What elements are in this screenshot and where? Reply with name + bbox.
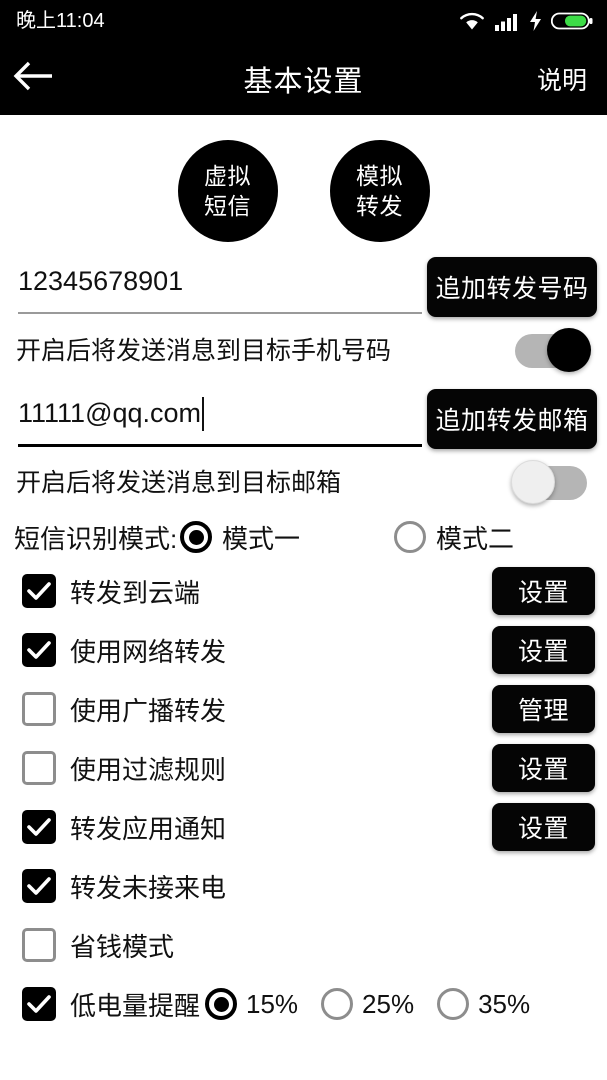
option-label: 使用网络转发 <box>70 636 227 667</box>
checkbox-unchecked[interactable] <box>22 928 56 962</box>
cloud-forward-settings-button[interactable]: 设置 <box>492 567 595 615</box>
status-time: 晚上11:04 <box>16 10 105 32</box>
sms-mode-option-1-label: 模式一 <box>222 523 301 554</box>
virtual-sms-line2: 短信 <box>204 193 251 219</box>
checkbox-unchecked[interactable] <box>22 692 56 726</box>
option-label: 转发未接来电 <box>70 872 227 903</box>
add-forward-number-button[interactable]: 追加转发号码 <box>427 257 597 317</box>
app-bar: 基本设置 说明 <box>0 42 607 115</box>
checkbox-checked[interactable] <box>22 574 56 608</box>
email-field-row: 追加转发邮箱 <box>0 387 607 449</box>
option-row-missed-call: 转发未接来电 <box>0 861 607 911</box>
toggle-knob <box>547 328 591 372</box>
virtual-sms-button[interactable]: 虚拟 短信 <box>177 140 278 242</box>
radio-unselected-icon[interactable] <box>394 521 426 553</box>
battery-threshold-25-label: 25% <box>362 988 415 1019</box>
option-row-broadcast-forward: 使用广播转发 管理 <box>0 684 607 734</box>
checkbox-unchecked[interactable] <box>22 751 56 785</box>
low-battery-alert-label: 低电量提醒 <box>70 990 201 1021</box>
sms-mode-option-2[interactable]: 模式二 <box>394 519 514 556</box>
email-hint-label: 开启后将发送消息到目标邮箱 <box>16 469 342 497</box>
app-notification-settings-button[interactable]: 设置 <box>492 803 595 851</box>
email-input-underline <box>18 444 422 447</box>
radio-selected-icon[interactable] <box>205 988 237 1020</box>
radio-unselected-icon[interactable] <box>321 988 354 1020</box>
battery-threshold-15-label: 15% <box>246 988 299 1019</box>
simulate-forward-line1: 模拟 <box>356 163 403 189</box>
option-label: 省钱模式 <box>70 931 175 962</box>
battery-threshold-25[interactable]: 25% <box>321 988 414 1020</box>
option-label: 使用广播转发 <box>70 695 227 726</box>
signal-icon <box>494 11 520 31</box>
option-label: 转发应用通知 <box>70 813 227 844</box>
email-input[interactable] <box>16 387 418 445</box>
option-row-app-notification: 转发应用通知 设置 <box>0 802 607 852</box>
phone-input[interactable] <box>16 255 418 313</box>
option-row-save-money-mode: 省钱模式 <box>0 920 607 970</box>
checkbox-checked[interactable] <box>22 810 56 844</box>
checkbox-checked[interactable] <box>22 987 56 1021</box>
phone-hint-label: 开启后将发送消息到目标手机号码 <box>16 337 392 365</box>
sms-mode-option-1[interactable]: 模式一 <box>180 519 300 556</box>
charging-bolt-icon <box>529 11 542 31</box>
radio-selected-icon[interactable] <box>180 521 212 553</box>
sms-mode-option-2-label: 模式二 <box>436 523 515 554</box>
email-hint-row: 开启后将发送消息到目标邮箱 <box>0 459 607 504</box>
toggle-knob <box>511 460 555 504</box>
broadcast-forward-manage-button[interactable]: 管理 <box>492 685 595 733</box>
status-icon-group <box>459 11 593 31</box>
option-row-filter-rules: 使用过滤规则 设置 <box>0 743 607 793</box>
text-cursor <box>202 397 205 431</box>
filter-rules-settings-button[interactable]: 设置 <box>492 744 595 792</box>
sms-mode-row: 短信识别模式: 模式一 模式二 <box>0 513 607 561</box>
add-forward-email-button[interactable]: 追加转发邮箱 <box>427 389 597 449</box>
email-forward-toggle[interactable] <box>511 459 593 504</box>
phone-forward-toggle[interactable] <box>511 327 593 372</box>
option-label: 转发到云端 <box>70 577 201 608</box>
page-title: 基本设置 <box>243 65 364 98</box>
battery-threshold-35[interactable]: 35% <box>437 988 530 1020</box>
battery-threshold-35-label: 35% <box>478 988 531 1019</box>
settings-content: 虚拟 短信 模拟 转发 追加转发号码 开启后将发送消息到目标手机号码 <box>0 115 607 1080</box>
shortcut-row: 虚拟 短信 模拟 转发 <box>0 140 607 245</box>
battery-threshold-15[interactable]: 15% <box>205 988 298 1020</box>
option-row-cloud-forward: 转发到云端 设置 <box>0 566 607 616</box>
wifi-icon <box>459 11 485 31</box>
app-screen: 晚上11:04 基本设置 说明 虚拟 短信 模拟 转发 12345678901 … <box>0 0 607 1080</box>
battery-threshold-group: 15% 25% 35% <box>205 988 544 1020</box>
help-link[interactable]: 说明 <box>537 61 587 97</box>
simulate-forward-button[interactable]: 模拟 转发 <box>329 140 430 242</box>
phone-field-row: 追加转发号码 <box>0 255 607 317</box>
simulate-forward-line2: 转发 <box>356 193 403 219</box>
phone-hint-row: 开启后将发送消息到目标手机号码 <box>0 327 607 372</box>
network-forward-settings-button[interactable]: 设置 <box>492 626 595 674</box>
checkbox-checked[interactable] <box>22 869 56 903</box>
virtual-sms-line1: 虚拟 <box>204 163 251 189</box>
radio-unselected-icon[interactable] <box>437 988 470 1020</box>
battery-icon <box>551 11 593 31</box>
checkbox-checked[interactable] <box>22 633 56 667</box>
option-label: 使用过滤规则 <box>70 754 227 785</box>
option-row-network-forward: 使用网络转发 设置 <box>0 625 607 675</box>
sms-mode-label: 短信识别模式: <box>14 523 178 554</box>
option-row-low-battery-alert: 低电量提醒 15% 25% 35% <box>0 979 607 1029</box>
phone-input-underline <box>18 312 422 314</box>
status-bar: 晚上11:04 <box>0 0 607 42</box>
